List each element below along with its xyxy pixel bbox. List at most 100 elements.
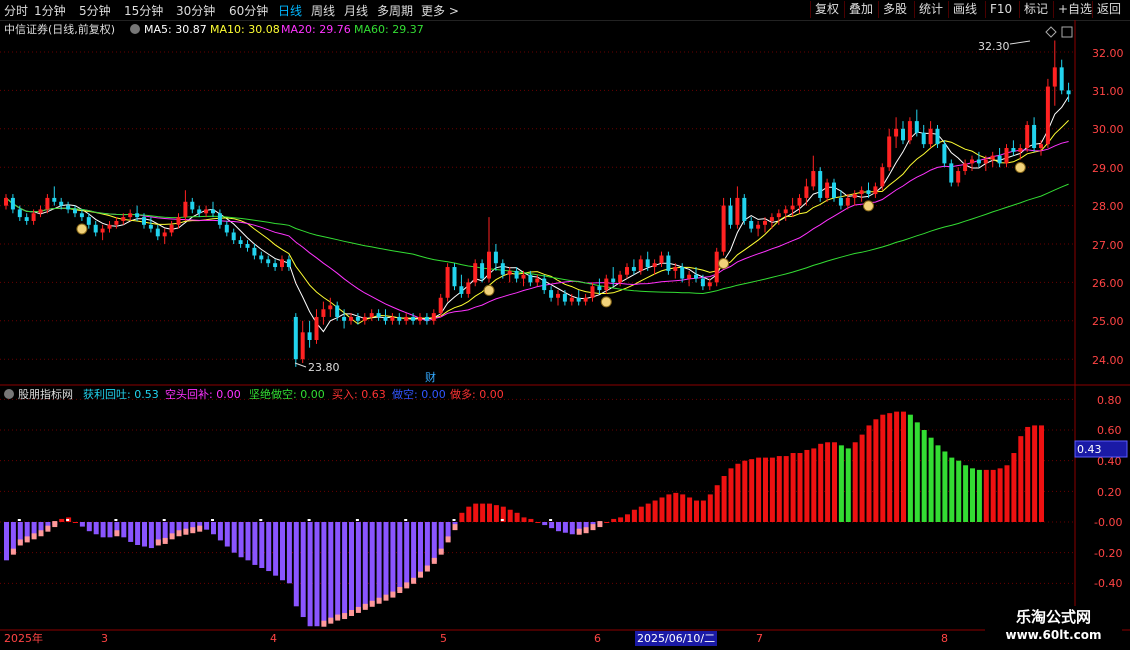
indicator-axis: 0.80 0.60 0.40 0.20 -0.00 -0.20 -0.40 (1094, 394, 1122, 590)
overlay-button[interactable]: 叠加 (844, 1, 877, 18)
cai-label[interactable]: 财 (425, 370, 436, 384)
candle-body (721, 205, 726, 252)
main-legend: 中信证券(日线,前复权) MA5: 30.87 MA10: 30.08 MA20… (4, 22, 424, 36)
candle-body (142, 217, 146, 225)
candles (4, 40, 1071, 367)
candle-body (169, 224, 174, 233)
tab-30min[interactable]: 30分钟 (176, 2, 215, 19)
candle-body (611, 278, 616, 283)
indicator-tip (38, 530, 44, 537)
watermark: 乐淘公式网 www.60lt.com (985, 606, 1122, 646)
tab-multi-period[interactable]: 多周期 (377, 2, 413, 19)
indicator-bar (314, 522, 320, 627)
candle-body (17, 209, 22, 218)
indicator-bar (749, 459, 755, 522)
f10-button[interactable]: F10 (985, 1, 1016, 18)
indicator-bar (797, 453, 803, 522)
tab-weekly[interactable]: 周线 (311, 2, 335, 19)
candle-body (749, 220, 754, 229)
candle-body (845, 197, 850, 206)
settings-icon[interactable] (130, 24, 140, 34)
indicator-tip (431, 557, 437, 564)
indicator-bar (887, 413, 893, 522)
indicator-bar (1011, 453, 1017, 522)
stock-label[interactable]: 中信证券(日线,前复权) (4, 22, 115, 36)
mark-button[interactable]: 标记 (1019, 1, 1052, 18)
candle-body (852, 194, 857, 198)
indicator-bar (1025, 426, 1031, 522)
indicator-bar (328, 522, 334, 622)
candle-body (638, 259, 643, 271)
grid (0, 51, 1075, 584)
candle-body (197, 209, 202, 214)
zero-marker (259, 519, 263, 521)
indicator-bar (418, 522, 423, 576)
indicator-bar (687, 497, 693, 522)
candle-body (452, 267, 457, 287)
indicator-bar (811, 448, 817, 522)
multi-stock-button[interactable]: 多股 (878, 1, 911, 18)
candle-body (404, 316, 409, 321)
indicator-bar (252, 522, 258, 565)
indicator-bar (735, 463, 741, 522)
indicator-settings-icon[interactable] (4, 389, 14, 399)
tab-daily[interactable]: 日线 (278, 2, 302, 19)
current-value-badge: 0.43 (1074, 440, 1128, 458)
statistics-button[interactable]: 统计 (914, 1, 947, 18)
back-button[interactable]: 返回 (1092, 1, 1125, 18)
money-bag-icon (718, 258, 730, 270)
indicator-tip (390, 591, 396, 598)
diamond-icon[interactable] (1045, 26, 1057, 38)
indicator-bar (438, 522, 444, 553)
tab-intraday[interactable]: 分时 (4, 2, 28, 19)
candle-body (997, 155, 1002, 164)
candle-body (907, 121, 912, 141)
indicator-bar (942, 451, 948, 522)
candle-body (970, 159, 974, 164)
tab-5min[interactable]: 5分钟 (79, 2, 111, 19)
date-highlight: 2025/06/10/二 (637, 632, 715, 645)
low-label: 23.80 (308, 361, 340, 374)
indicator-bar (673, 492, 679, 522)
candle-body (921, 132, 926, 145)
candle-body (1045, 86, 1050, 145)
tab-monthly[interactable]: 月线 (344, 2, 368, 19)
y-tick-label: -0.20 (1094, 547, 1122, 560)
ma20-legend: MA20: 29.76 (281, 23, 351, 36)
tab-1min[interactable]: 1分钟 (34, 2, 66, 19)
indicator-bar (569, 522, 575, 535)
add-watchlist-button[interactable]: +自选 (1053, 1, 1096, 18)
price-axis: 32.00 31.00 30.00 29.00 28.00 27.00 26.0… (1092, 47, 1124, 367)
candle-body (1011, 148, 1016, 152)
indicator-bar (652, 500, 658, 522)
tab-15min[interactable]: 15分钟 (124, 2, 163, 19)
ma10-legend: MA10: 30.08 (210, 23, 280, 36)
candle-body (45, 197, 50, 210)
candle-body (204, 209, 209, 214)
restore-rights-button[interactable]: 复权 (810, 1, 843, 18)
candle-body (355, 316, 360, 321)
candle-body (473, 263, 478, 283)
zero-marker (162, 519, 166, 521)
indicator-bar (528, 518, 534, 522)
indicator-bar (901, 411, 906, 522)
tab-60min[interactable]: 60分钟 (229, 2, 268, 19)
y-tick-label: 27.00 (1092, 239, 1124, 252)
candle-body (1004, 148, 1009, 164)
tab-more[interactable]: 更多 > (421, 2, 459, 19)
date-label: 3 (101, 632, 108, 645)
indicator-bar (142, 522, 147, 547)
date-label: 5 (440, 632, 447, 645)
candle-body (273, 263, 278, 268)
window-icon[interactable] (1061, 26, 1073, 38)
draw-line-button[interactable]: 画线 (948, 1, 981, 18)
indicator-bar (549, 522, 555, 529)
indicator-bar (411, 522, 417, 582)
indicator-bar (342, 522, 348, 618)
money-bag-icon (1014, 162, 1026, 174)
candle-body (714, 251, 719, 283)
indicator-bar (631, 509, 637, 522)
watermark-title: 乐淘公式网 (1015, 608, 1091, 626)
indicator-tip (31, 533, 37, 540)
indicator-bar (983, 469, 989, 522)
